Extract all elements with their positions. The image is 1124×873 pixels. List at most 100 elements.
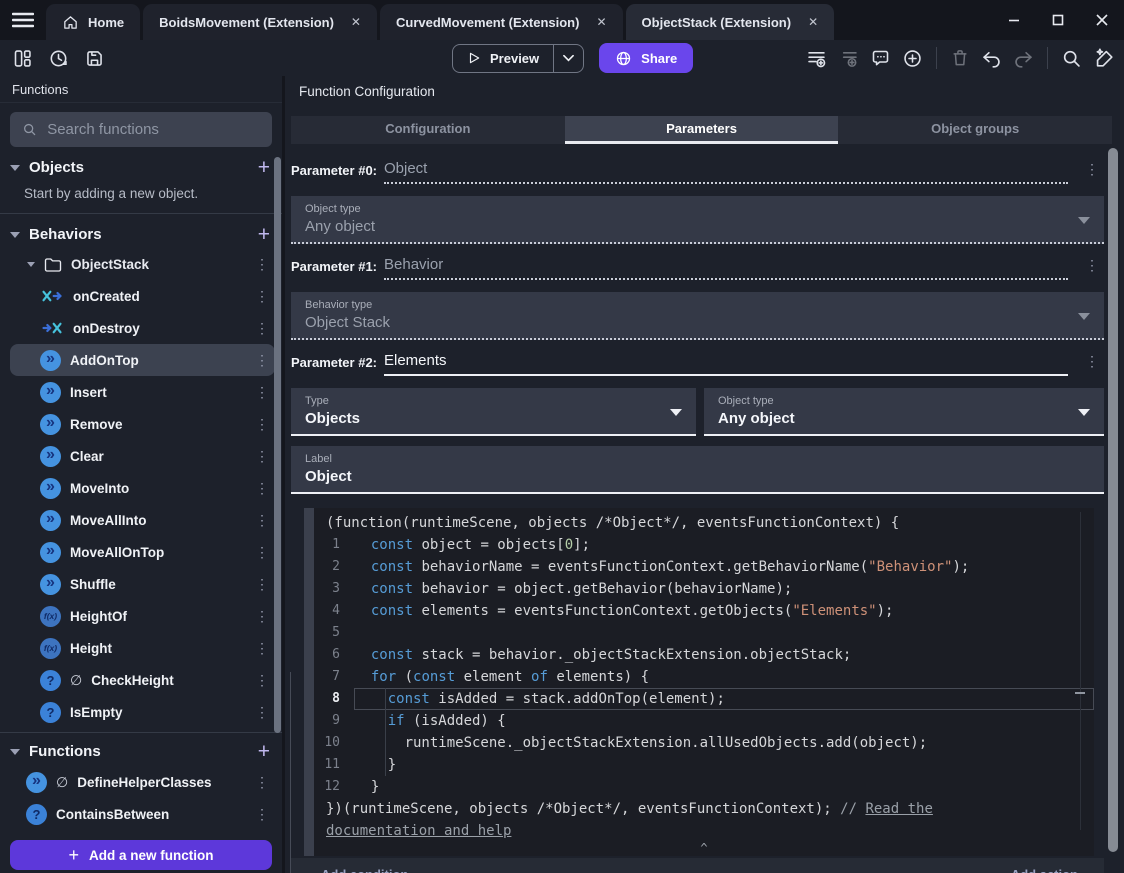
javascript-code-event: (function(runtimeScene, objects /*Object…	[304, 508, 1094, 856]
function-item-clear[interactable]: » Clear ⋮	[0, 440, 282, 472]
chevron-down-icon[interactable]	[10, 748, 20, 755]
ai-edit-button[interactable]	[1093, 47, 1115, 69]
search-functions-box[interactable]	[10, 112, 272, 147]
item-menu-button[interactable]: ⋮	[254, 640, 270, 657]
add-subevent-button[interactable]	[838, 48, 859, 69]
preview-button[interactable]: Preview	[452, 43, 585, 73]
close-tab-icon[interactable]: ✕	[596, 15, 606, 29]
close-window-button[interactable]	[1080, 0, 1124, 40]
main-scrollbar[interactable]	[1108, 148, 1118, 852]
share-button[interactable]: Share	[599, 43, 694, 73]
section-behaviors[interactable]: Behaviors +	[0, 220, 282, 249]
add-free-function-button[interactable]: +	[258, 741, 270, 762]
item-menu-button[interactable]: ⋮	[254, 672, 270, 689]
function-item-containsbetween[interactable]: ? ContainsBetween ⋮	[0, 798, 282, 830]
item-menu-button[interactable]: ⋮	[254, 774, 270, 791]
function-item-moveinto[interactable]: » MoveInto ⋮	[0, 472, 282, 504]
search-button[interactable]	[1061, 48, 1082, 69]
function-item-shuffle[interactable]: » Shuffle ⋮	[0, 568, 282, 600]
item-menu-button[interactable]: ⋮	[254, 576, 270, 593]
close-tab-icon[interactable]: ✕	[808, 15, 818, 29]
undo-button[interactable]	[981, 48, 1002, 69]
parameter-0-object-type-select[interactable]: Object type Any object	[291, 196, 1104, 244]
function-item-isempty[interactable]: ? IsEmpty ⋮	[0, 696, 282, 728]
add-behavior-button[interactable]: +	[258, 224, 270, 245]
parameter-menu-button[interactable]: ⋮	[1084, 161, 1100, 184]
function-item-heightof[interactable]: f(x) HeightOf ⋮	[0, 600, 282, 632]
tab-configuration[interactable]: Configuration	[291, 116, 565, 144]
tab-curvedmovement[interactable]: CurvedMovement (Extension) ✕	[379, 4, 623, 40]
delete-button[interactable]	[950, 48, 970, 68]
parameter-1-name-input[interactable]: Behavior	[384, 256, 1068, 280]
redo-button[interactable]	[1013, 48, 1034, 69]
code-editor[interactable]: (function(runtimeScene, objects /*Object…	[314, 508, 1094, 856]
function-item-moveallontop[interactable]: » MoveAllOnTop ⋮	[0, 536, 282, 568]
add-object-button[interactable]: +	[258, 157, 270, 178]
item-menu-button[interactable]: ⋮	[254, 608, 270, 625]
main-menu-button[interactable]	[0, 0, 46, 40]
parameter-2-object-type-select[interactable]: Object type Any object	[704, 388, 1104, 436]
collapse-editor-button[interactable]: ^	[700, 841, 707, 855]
tab-parameters[interactable]: Parameters	[564, 116, 839, 144]
item-menu-button[interactable]: ⋮	[254, 288, 270, 305]
function-item-oncreated[interactable]: onCreated ⋮	[0, 280, 282, 312]
search-functions-input[interactable]	[47, 121, 260, 138]
parameter-2-type-select[interactable]: Type Objects	[291, 388, 696, 436]
item-menu-button[interactable]: ⋮	[254, 544, 270, 561]
function-item-moveallinto[interactable]: » MoveAllInto ⋮	[0, 504, 282, 536]
function-item-checkheight[interactable]: ? ∅ CheckHeight ⋮	[0, 664, 282, 696]
sidebar-scrollbar[interactable]	[274, 157, 281, 733]
add-action-button[interactable]: Add action	[1011, 867, 1078, 873]
add-comment-button[interactable]	[870, 48, 891, 69]
home-icon	[64, 15, 77, 29]
preview-label: Preview	[490, 50, 540, 66]
item-menu-button[interactable]: ⋮	[254, 416, 270, 433]
item-menu-button[interactable]: ⋮	[254, 320, 270, 337]
item-menu-button[interactable]: ⋮	[254, 806, 270, 823]
parameter-2-name-input[interactable]: Elements	[384, 352, 1068, 376]
save-button[interactable]	[84, 48, 105, 69]
chevron-down-icon[interactable]	[10, 164, 20, 171]
tab-objectstack[interactable]: ObjectStack (Extension) ✕	[625, 4, 835, 40]
function-item-addontop[interactable]: » AddOnTop ⋮	[10, 344, 275, 376]
history-button[interactable]	[48, 48, 69, 69]
section-functions[interactable]: Functions +	[0, 737, 282, 766]
tab-boidsmovement[interactable]: BoidsMovement (Extension) ✕	[143, 4, 377, 40]
function-item-insert[interactable]: » Insert ⋮	[0, 376, 282, 408]
tab-object-groups[interactable]: Object groups	[838, 116, 1112, 144]
item-menu-button[interactable]: ⋮	[254, 352, 270, 369]
add-new-function-button[interactable]: + Add a new function	[10, 840, 272, 870]
preview-options-button[interactable]	[553, 44, 583, 72]
behavior-group-objectstack[interactable]: ObjectStack ⋮	[0, 249, 282, 280]
add-condition-button[interactable]: Add condition	[321, 867, 408, 873]
tab-home[interactable]: Home	[46, 4, 141, 40]
item-menu-button[interactable]: ⋮	[254, 704, 270, 721]
event-drag-handle[interactable]	[304, 508, 314, 856]
parameter-1-behavior-type-select[interactable]: Behavior type Object Stack	[291, 292, 1104, 340]
add-event-button[interactable]	[806, 48, 827, 69]
close-tab-icon[interactable]: ✕	[351, 15, 361, 29]
function-item-label: MoveAllOnTop	[70, 544, 165, 560]
chevron-down-icon[interactable]	[27, 262, 35, 267]
item-menu-button[interactable]: ⋮	[254, 512, 270, 529]
section-objects[interactable]: Objects +	[0, 153, 282, 182]
chevron-down-icon[interactable]	[10, 231, 20, 238]
add-more-button[interactable]	[902, 48, 923, 69]
item-menu-button[interactable]: ⋮	[254, 480, 270, 497]
parameter-menu-button[interactable]: ⋮	[1084, 353, 1100, 376]
function-item-remove[interactable]: » Remove ⋮	[0, 408, 282, 440]
function-item-ondestroy[interactable]: onDestroy ⋮	[0, 312, 282, 344]
action-gear-icon: »	[40, 381, 61, 403]
preview-main[interactable]: Preview	[453, 45, 553, 72]
minimize-button[interactable]	[992, 0, 1036, 40]
parameter-menu-button[interactable]: ⋮	[1084, 257, 1100, 280]
parameter-2-label-input[interactable]: Label Object	[291, 446, 1104, 494]
item-menu-button[interactable]: ⋮	[254, 384, 270, 401]
maximize-button[interactable]	[1036, 0, 1080, 40]
editor-layout-button[interactable]	[12, 48, 33, 69]
function-item-height[interactable]: f(x) Height ⋮	[0, 632, 282, 664]
function-item-definehelperclasses[interactable]: » ∅ DefineHelperClasses ⋮	[0, 766, 282, 798]
parameter-0-name-input[interactable]: Object	[384, 160, 1068, 184]
item-menu-button[interactable]: ⋮	[254, 448, 270, 465]
item-menu-button[interactable]: ⋮	[254, 256, 270, 273]
